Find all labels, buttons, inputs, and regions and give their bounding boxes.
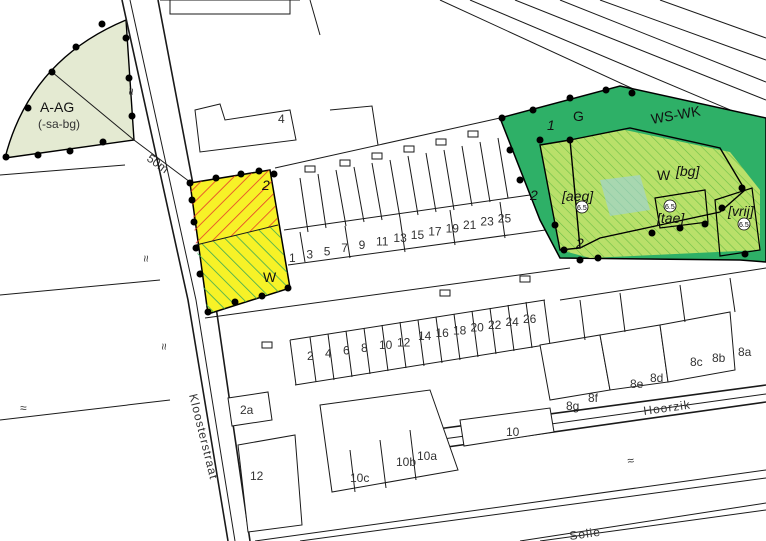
house-number: 2 (307, 349, 314, 363)
street-kloosterstraat: Kloosterstraat (186, 392, 221, 481)
house-number: 9 (359, 238, 366, 252)
middle-row-left-numbers: 2 4 6 8 10 12 (307, 336, 411, 364)
house-number-12: 12 (250, 469, 264, 483)
svg-text:≈: ≈ (157, 343, 171, 350)
svg-text:≈: ≈ (124, 88, 138, 95)
west-zone-label: W (263, 269, 277, 285)
svg-text:≈: ≈ (626, 453, 635, 468)
house-number: 19 (446, 221, 460, 235)
house-number-2a: 2a (240, 403, 254, 417)
house-number: 17 (428, 225, 442, 239)
house-number-8f: 8f (588, 391, 599, 405)
agrarian-label: A-AG (40, 99, 74, 115)
house-number-4: 4 (278, 112, 285, 126)
green-zone-label: G (573, 108, 584, 124)
house-number: 5 (324, 244, 331, 258)
house-number-8d: 8d (650, 371, 663, 385)
house-number: 21 (463, 218, 477, 232)
house-number: 22 (488, 318, 502, 332)
east-number-2b: 2 (575, 235, 584, 251)
house-number: 6 (343, 344, 350, 358)
west-zone-number: 2 (261, 177, 270, 193)
aeg-label: [aeg] (561, 188, 594, 204)
east-green-zone: 1 G WS-WK W [bg] [aeg] [tae] [vrij] 2 2 … (498, 85, 766, 263)
house-number: 26 (523, 312, 537, 326)
west-residential-zone: 2 W (189, 169, 291, 315)
house-number-8a: 8a (738, 345, 752, 359)
house-number: 16 (436, 326, 450, 340)
house-number: 23 (480, 215, 494, 229)
house-number: 1 (289, 251, 296, 265)
height-b: 6.5 (665, 204, 675, 211)
house-number-10b: 10b (396, 455, 416, 469)
house-number-10c: 10c (350, 471, 369, 485)
house-number: 13 (393, 231, 407, 245)
tae-label: [tae] (656, 210, 685, 226)
zoning-map: A-AG (-sa-bg) 50m ≈ ≈ ≈ ≈ Kloosterstraat… (0, 0, 766, 541)
house-number: 7 (341, 241, 348, 255)
street-solie: Solie (568, 525, 601, 541)
house-number: 18 (453, 323, 467, 337)
vrij-label: [vrij] (727, 203, 755, 219)
house-number: 14 (418, 329, 432, 343)
house-number-8c: 8c (690, 355, 703, 369)
green-zone-number: 1 (547, 117, 555, 133)
house-number: 11 (376, 235, 389, 249)
svg-text:≈: ≈ (139, 255, 153, 262)
house-number: 3 (306, 248, 313, 262)
height-a: 6.5 (577, 205, 587, 212)
house-number-8b: 8b (712, 351, 726, 365)
east-w-sub: [bg] (675, 163, 700, 179)
house-number: 20 (471, 321, 485, 335)
house-number: 10 (379, 338, 393, 352)
house-number: 25 (498, 211, 512, 225)
house-number-10: 10 (506, 425, 520, 439)
agrarian-sublabel: (-sa-bg) (38, 117, 80, 131)
house-number: 15 (411, 228, 425, 242)
house-number: 4 (325, 346, 332, 360)
svg-text:≈: ≈ (20, 401, 27, 415)
height-c: 6.5 (739, 222, 749, 229)
house-number-8e: 8e (630, 377, 644, 391)
east-eight-blocks: 8g 8f 8e 8d 8c 8b 8a (539, 267, 766, 413)
agrarian-zone: A-AG (-sa-bg) (4, 18, 135, 159)
house-number-10a: 10a (417, 449, 437, 463)
house-number: 24 (506, 315, 520, 329)
east-number-2a: 2 (529, 187, 538, 203)
house-number: 8 (361, 341, 368, 355)
house-number: 12 (397, 336, 411, 350)
east-w-label: W (657, 167, 671, 183)
